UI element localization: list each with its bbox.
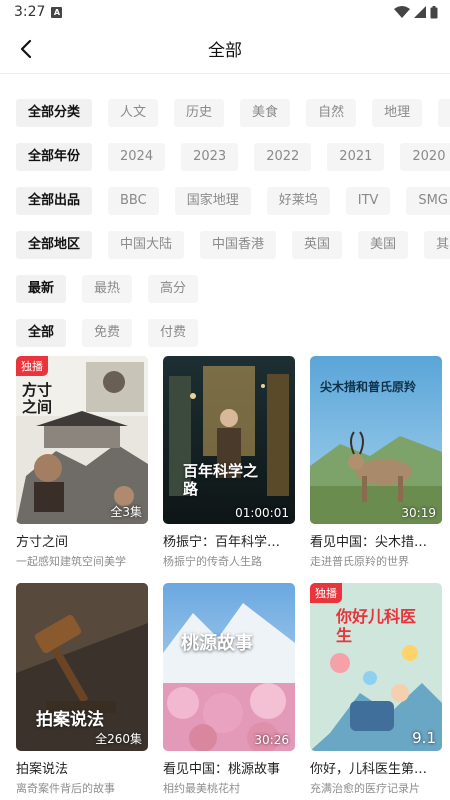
filter-chip[interactable]: 国家地理 (174, 187, 251, 215)
video-card[interactable]: 尖木措和普氏原羚 30:19 看见中国：尖木措… 走进普氏原羚的世界 (310, 356, 442, 569)
poster-image: 百年科学之路 01:00:01 (163, 356, 295, 524)
filter-chip-active[interactable]: 全部分类 (16, 99, 93, 127)
filter-chip[interactable]: 科 (438, 99, 450, 127)
filter-row-price: 全部 免费 付费 (0, 311, 450, 355)
filter-chip[interactable]: 人文 (108, 99, 159, 127)
poster-image: 你好儿科医生 独播 9.1 (310, 583, 442, 751)
rating-score: 9.1 (412, 729, 436, 747)
card-title: 看见中国：尖木措… (310, 535, 428, 550)
filter-chip[interactable]: 2021 (327, 143, 385, 171)
poster-title: 桃源故事 (181, 633, 253, 654)
filter-chip-active[interactable]: 全部 (16, 319, 67, 347)
status-bar: 3:27 A (0, 0, 450, 24)
video-card[interactable]: 你好儿科医生 独播 9.1 你好，儿科医生第… 充满治愈的医疗记录片 (310, 583, 442, 796)
poster-image: 拍案说法 全260集 (16, 583, 148, 751)
page-title: 全部 (208, 41, 242, 61)
filter-chip-active[interactable]: 全部出品 (16, 187, 93, 215)
back-button[interactable] (12, 35, 40, 63)
filter-row-category: 全部分类 人文 历史 美食 自然 地理 科 (0, 91, 450, 135)
filter-row-producer: 全部出品 BBC 国家地理 好莱坞 ITV SMG (0, 179, 450, 223)
video-card[interactable]: 百年科学之路 01:00:01 杨振宁：百年科学… 杨振宁的传奇人生路 (163, 356, 295, 569)
video-grid: 方寸之间 独播 全3集 方寸之间 一起感知建筑空间美学 百年科学之路 01:00… (16, 356, 442, 796)
filter-chip-active[interactable]: 全部地区 (16, 231, 93, 259)
exclusive-badge: 独播 (16, 356, 48, 376)
poster-title: 尖木措和普氏原羚 (320, 380, 417, 394)
filter-chip[interactable]: 美食 (240, 99, 291, 127)
exclusive-badge: 独播 (310, 583, 342, 603)
card-subtitle: 离奇案件背后的故事 (16, 782, 115, 795)
video-duration: 01:00:01 (235, 506, 289, 520)
filter-row-region: 全部地区 中国大陆 中国香港 英国 美国 其 (0, 223, 450, 267)
filter-chip[interactable]: 2022 (254, 143, 312, 171)
battery-icon (430, 5, 438, 18)
status-left: 3:27 A (14, 4, 63, 20)
card-title: 方寸之间 (16, 535, 69, 550)
filter-row-year: 全部年份 2024 2023 2022 2021 2020 (0, 135, 450, 179)
filter-chip[interactable]: BBC (108, 187, 159, 215)
card-subtitle: 充满治愈的医疗记录片 (310, 782, 420, 795)
poster-title: 拍案说法 (36, 710, 104, 730)
filter-chip[interactable]: 英国 (292, 231, 343, 259)
poster-image: 尖木措和普氏原羚 30:19 (310, 356, 442, 524)
filter-chip[interactable]: ITV (345, 187, 391, 215)
wifi-icon (394, 6, 410, 18)
poster-image: 方寸之间 独播 全3集 (16, 356, 148, 524)
poster-title: 百年科学之路 (183, 462, 259, 498)
card-subtitle: 相约最美桃花村 (163, 782, 240, 795)
card-subtitle: 一起感知建筑空间美学 (16, 555, 126, 568)
filter-row-sort: 最新 最热 高分 (0, 267, 450, 311)
card-subtitle: 杨振宁的传奇人生路 (163, 555, 262, 568)
video-card[interactable]: 桃源故事 30:26 看见中国：桃源故事 相约最美桃花村 (163, 583, 295, 796)
card-title: 拍案说法 (16, 762, 69, 777)
filter-chip[interactable]: 最热 (82, 275, 133, 303)
video-card[interactable]: 拍案说法 全260集 拍案说法 离奇案件背后的故事 (16, 583, 148, 796)
filter-chip[interactable]: 免费 (82, 319, 133, 347)
episode-count: 全3集 (110, 505, 142, 519)
poster-title: 你好儿科医生 (336, 607, 417, 645)
filter-chip[interactable]: 自然 (306, 99, 357, 127)
app-header: 全部 (0, 24, 450, 74)
episode-count: 全260集 (95, 732, 142, 746)
signal-icon (414, 6, 426, 18)
status-time: 3:27 (14, 4, 46, 20)
filter-chip[interactable]: 2023 (181, 143, 239, 171)
chevron-left-icon (20, 39, 32, 59)
filter-chip[interactable]: 高分 (148, 275, 199, 303)
filter-chip[interactable]: SMG (406, 187, 450, 215)
filter-chip[interactable]: 地理 (372, 99, 423, 127)
filter-chip[interactable]: 历史 (174, 99, 225, 127)
notification-icon: A (51, 6, 63, 18)
filter-panel: 全部分类 人文 历史 美食 自然 地理 科 全部年份 2024 2023 202… (0, 74, 450, 355)
filter-chip[interactable]: 中国香港 (200, 231, 277, 259)
video-duration: 30:19 (401, 506, 436, 520)
filter-chip-active[interactable]: 全部年份 (16, 143, 93, 171)
card-title: 你好，儿科医生第… (310, 762, 428, 777)
filter-chip[interactable]: 2024 (108, 143, 166, 171)
filter-chip[interactable]: 2020 (400, 143, 450, 171)
card-title: 杨振宁：百年科学… (163, 535, 281, 550)
card-subtitle: 走进普氏原羚的世界 (310, 555, 409, 568)
filter-chip[interactable]: 好莱坞 (266, 187, 330, 215)
filter-chip[interactable]: 付费 (148, 319, 199, 347)
filter-chip[interactable]: 美国 (358, 231, 409, 259)
video-duration: 30:26 (254, 733, 289, 747)
status-icons (394, 5, 438, 19)
card-title: 看见中国：桃源故事 (163, 762, 281, 777)
video-card[interactable]: 方寸之间 独播 全3集 方寸之间 一起感知建筑空间美学 (16, 356, 148, 569)
filter-chip[interactable]: 中国大陆 (108, 231, 185, 259)
filter-chip[interactable]: 其 (424, 231, 450, 259)
poster-title: 方寸之间 (22, 381, 53, 416)
filter-chip-active[interactable]: 最新 (16, 275, 67, 303)
poster-image: 桃源故事 30:26 (163, 583, 295, 751)
